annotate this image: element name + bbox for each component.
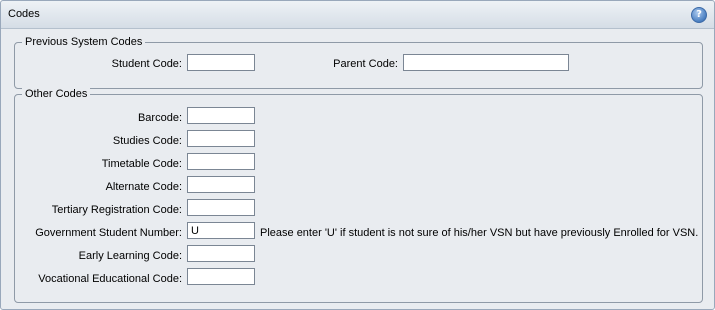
studies-code-input[interactable] (187, 130, 255, 147)
other-codes-group: Other Codes (14, 87, 703, 303)
other-codes-legend: Other Codes (22, 87, 91, 101)
alternate-code-input[interactable] (187, 176, 255, 193)
timetable-code-label: Timetable Code: (101, 158, 182, 170)
codes-panel: Codes ? Previous System Codes Student Co… (0, 0, 715, 310)
vocational-educational-code-input[interactable] (187, 268, 255, 285)
panel-title: Codes (8, 8, 40, 20)
help-icon[interactable]: ? (691, 7, 707, 23)
timetable-code-input[interactable] (187, 153, 255, 170)
student-code-label: Student Code: (111, 58, 182, 70)
alternate-code-label: Alternate Code: (105, 181, 182, 193)
early-learning-code-label: Early Learning Code: (78, 250, 182, 262)
early-learning-code-input[interactable] (187, 245, 255, 262)
student-code-input[interactable] (187, 54, 255, 71)
vocational-educational-code-label: Vocational Educational Code: (38, 273, 182, 285)
parent-code-input[interactable] (403, 54, 569, 71)
tertiary-registration-code-input[interactable] (187, 199, 255, 216)
studies-code-label: Studies Code: (112, 135, 182, 147)
government-student-number-input[interactable] (187, 222, 255, 239)
tertiary-registration-code-label: Tertiary Registration Code: (51, 204, 182, 216)
government-student-number-label: Government Student Number: (35, 227, 182, 239)
barcode-input[interactable] (187, 107, 255, 124)
panel-header: Codes ? (1, 1, 714, 29)
parent-code-label: Parent Code: (333, 58, 398, 70)
vsn-help-note: Please enter 'U' if student is not sure … (260, 227, 699, 239)
barcode-label: Barcode: (137, 112, 182, 124)
previous-system-codes-legend: Previous System Codes (22, 35, 146, 49)
